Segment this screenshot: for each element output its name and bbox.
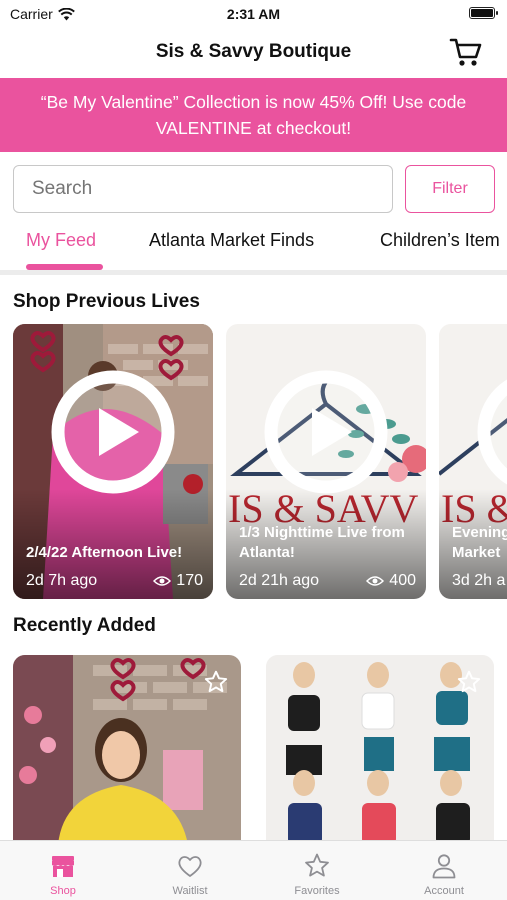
- star-icon: [305, 853, 329, 877]
- view-count: 170: [153, 572, 203, 590]
- bottom-tab-bar: Shop Waitlist Favorites Account: [0, 840, 507, 900]
- favorite-star-icon[interactable]: [203, 669, 229, 695]
- tab-favorites[interactable]: Favorites: [254, 841, 380, 900]
- live-title: Evening Market: [452, 524, 507, 561]
- eye-icon: [153, 576, 172, 586]
- battery-icon: [469, 7, 498, 19]
- tab-account[interactable]: Account: [381, 841, 507, 900]
- search-input[interactable]: [13, 165, 393, 213]
- tab-label: Favorites: [294, 885, 340, 897]
- product-card[interactable]: [13, 655, 241, 845]
- heart-icon: [178, 856, 202, 877]
- section-title-previous-lives: Shop Previous Lives: [13, 291, 200, 312]
- tab-shop[interactable]: Shop: [0, 841, 126, 900]
- live-title: 2/4/22 Afternoon Live!: [26, 544, 183, 561]
- product-card[interactable]: [266, 655, 494, 845]
- view-count-value: 170: [176, 572, 203, 589]
- section-title-recently-added: Recently Added: [13, 615, 156, 636]
- tab-atlanta-market-finds[interactable]: Atlanta Market Finds: [149, 230, 314, 251]
- live-age: 3d 2h a: [452, 572, 506, 589]
- live-age: 2d 7h ago: [26, 572, 98, 589]
- promo-banner[interactable]: “Be My Valentine” Collection is now 45% …: [0, 78, 507, 152]
- tab-my-feed[interactable]: My Feed: [26, 230, 96, 251]
- clock: 2:31 AM: [226, 6, 281, 22]
- filter-button[interactable]: Filter: [405, 165, 495, 213]
- person-icon: [432, 854, 456, 879]
- view-count-value: 400: [389, 572, 416, 589]
- view-count: 400: [366, 572, 416, 590]
- status-bar: Carrier 2:31 AM: [0, 0, 507, 28]
- live-video-card[interactable]: IS & SAVV 1/3 Nighttime Live from Atlant…: [226, 324, 426, 599]
- navigation-bar: Sis & Savvy Boutique: [0, 28, 507, 78]
- tab-childrens-items[interactable]: Children’s Item: [380, 230, 500, 251]
- eye-icon: [366, 576, 385, 586]
- category-tabs: My Feed Atlanta Market Finds Children’s …: [0, 222, 507, 272]
- tab-label: Shop: [50, 885, 76, 897]
- tab-label: Account: [424, 885, 464, 897]
- live-age: 2d 21h ago: [239, 572, 320, 589]
- divider: [0, 270, 507, 275]
- play-icon[interactable]: [477, 370, 507, 494]
- shop-icon: [52, 856, 74, 877]
- favorite-star-icon[interactable]: [456, 669, 482, 695]
- play-icon[interactable]: [264, 370, 388, 494]
- promo-text: “Be My Valentine” Collection is now 45% …: [40, 92, 467, 138]
- play-icon[interactable]: [51, 370, 175, 494]
- tab-label: Waitlist: [172, 885, 208, 897]
- tab-waitlist[interactable]: Waitlist: [127, 841, 253, 900]
- page-title: Sis & Savvy Boutique: [155, 41, 352, 62]
- live-title: 1/3 Nighttime Live from Atlanta!: [239, 524, 405, 561]
- cart-icon[interactable]: [449, 36, 483, 68]
- live-video-card[interactable]: IS & Evening Market 3d 2h a: [439, 324, 507, 599]
- live-video-card[interactable]: 2/4/22 Afternoon Live! 2d 7h ago 170: [13, 324, 213, 599]
